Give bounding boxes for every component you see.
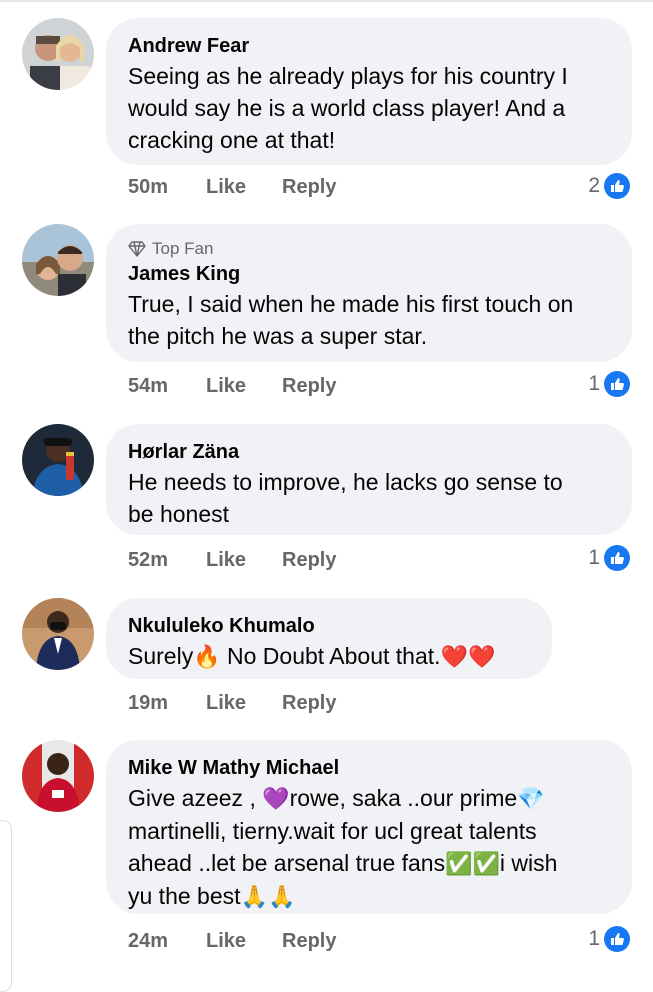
comment-text-line: Surely🔥 No Doubt About that.❤️❤️ [128,640,530,673]
red-heart-icon: ❤️ [467,644,496,669]
timestamp[interactable]: 54m [128,375,206,398]
reply-button[interactable]: Reply [282,176,336,199]
reaction-count[interactable]: 2 [588,173,630,199]
timestamp[interactable]: 24m [128,930,206,953]
like-button[interactable]: Like [206,549,282,572]
comment-text-line: True, I said when he made his first touc… [128,291,574,317]
thumbs-up-icon [604,173,630,199]
text-segment: i wish [499,850,558,876]
gem-icon: 💎 [517,786,545,811]
reply-button[interactable]: Reply [282,549,336,572]
comment-text-line: yu the best🙏🙏 [128,880,610,913]
comment-actions: 24m Like Reply [128,930,336,953]
avatar[interactable] [22,424,94,496]
text-segment: rowe, saka ..our prime [289,785,518,811]
comment-text-line: He needs to improve, he lacks go sense t… [128,469,563,495]
avatar[interactable] [22,598,94,670]
folded-hands-icon: 🙏 [240,884,268,909]
comment-text-line: be honest [128,501,230,527]
reaction-count[interactable]: 1 [588,545,630,571]
text-segment: ahead ..let be arsenal true fans [128,850,446,876]
check-mark-icon: ✅ [445,851,473,876]
comment-actions: 50m Like Reply [128,176,336,199]
reaction-count[interactable]: 1 [588,926,630,952]
like-button[interactable]: Like [206,692,282,715]
comment-bubble: Nkululeko Khumalo Surely🔥 No Doubt About… [106,598,552,679]
folded-hands-icon: 🙏 [267,884,296,909]
diamond-icon [128,241,146,257]
comment-text-line: the pitch he was a super star. [128,323,428,349]
comment-actions: 52m Like Reply [128,549,336,572]
text-segment: yu the best [128,883,241,909]
avatar[interactable] [22,224,94,296]
author-name[interactable]: Nkululeko Khumalo [128,612,530,640]
author-name[interactable]: Mike W Mathy Michael [128,754,610,782]
comment-text-line: Give azeez , 💜rowe, saka ..our prime💎 [128,782,610,815]
author-name[interactable]: Andrew Fear [128,32,610,60]
comment-bubble: Top Fan James King True, I said when he … [106,224,632,362]
badge-label: Top Fan [152,239,214,258]
text-segment: Surely [128,643,194,669]
avatar[interactable] [22,18,94,90]
top-fan-badge: Top Fan [128,238,610,260]
reaction-number: 2 [588,174,600,197]
thumbs-up-icon [604,926,630,952]
like-button[interactable]: Like [206,375,282,398]
red-heart-icon: ❤️ [440,644,468,669]
comment-actions: 19m Like Reply [128,692,336,715]
comment-bubble: Andrew Fear Seeing as he already plays f… [106,18,632,165]
reaction-number: 1 [588,927,600,950]
fire-icon: 🔥 [193,644,221,669]
comment-text-line: cracking one at that! [128,127,336,153]
thumbs-up-icon [604,371,630,397]
comment-bubble: Mike W Mathy Michael Give azeez , 💜rowe,… [106,740,632,914]
comment-actions: 54m Like Reply [128,375,336,398]
like-button[interactable]: Like [206,176,282,199]
purple-heart-icon: 💜 [262,786,290,811]
reply-button[interactable]: Reply [282,930,336,953]
author-name[interactable]: Hørlar Zäna [128,438,610,466]
reaction-count[interactable]: 1 [588,371,630,397]
timestamp[interactable]: 50m [128,176,206,199]
reply-button[interactable]: Reply [282,692,336,715]
comment-text-line: martinelli, tierny.wait for ucl great ta… [128,818,537,844]
comment-text-line: Seeing as he already plays for his count… [128,63,568,89]
reaction-number: 1 [588,546,600,569]
avatar[interactable] [22,740,94,812]
comment-text-line: would say he is a world class player! An… [128,95,566,121]
comment-text-line: ahead ..let be arsenal true fans✅✅i wish [128,847,610,880]
text-segment: Give azeez , [128,785,263,811]
author-name[interactable]: James King [128,260,610,288]
reply-button[interactable]: Reply [282,375,336,398]
thumbs-up-icon [604,545,630,571]
timestamp[interactable]: 19m [128,692,206,715]
check-mark-icon: ✅ [472,851,500,876]
edge-card [0,820,12,992]
reaction-number: 1 [588,372,600,395]
text-segment: No Doubt About that. [220,643,441,669]
top-divider [0,0,653,2]
timestamp[interactable]: 52m [128,549,206,572]
like-button[interactable]: Like [206,930,282,953]
comment-bubble: Hørlar Zäna He needs to improve, he lack… [106,424,632,535]
